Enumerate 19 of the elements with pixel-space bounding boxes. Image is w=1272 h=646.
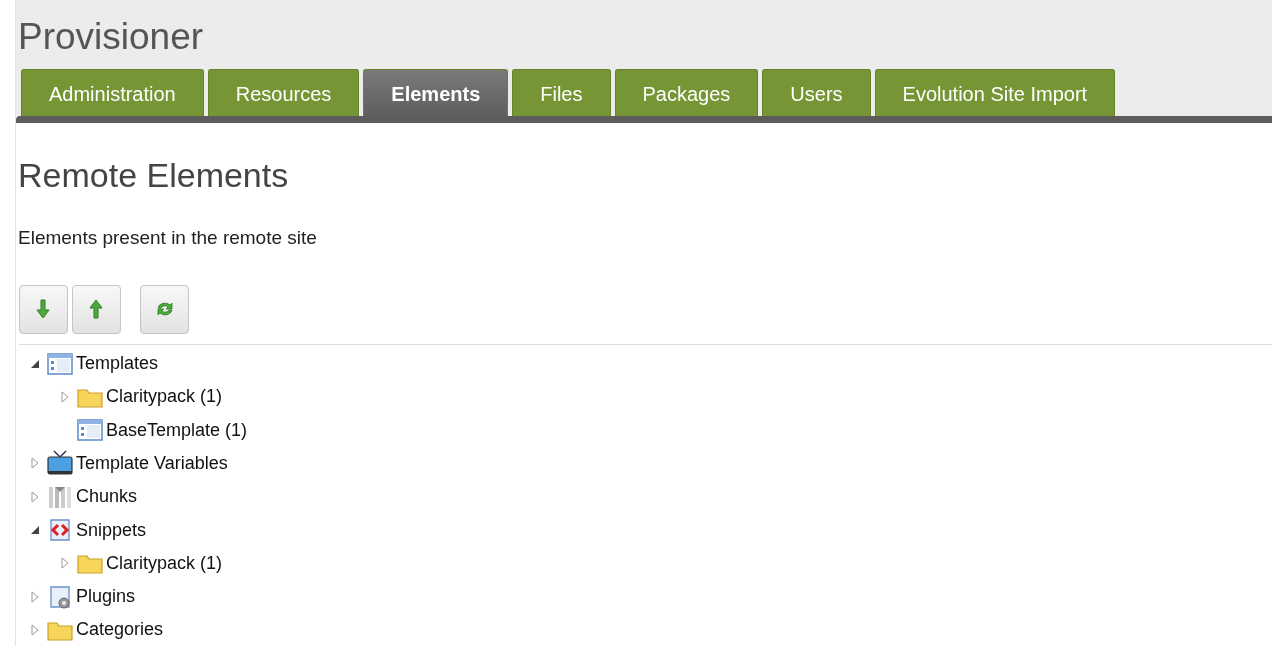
template-icon xyxy=(46,350,74,377)
tree-item[interactable]: Template Variables xyxy=(76,449,228,477)
tree-item[interactable]: Claritypack (1) xyxy=(106,549,223,577)
upload-button[interactable] xyxy=(72,284,121,334)
section-heading: Remote Elements xyxy=(18,157,290,195)
nav-tab[interactable]: Elements xyxy=(363,69,509,116)
tree-item[interactable]: BaseTemplate (1) xyxy=(106,416,248,444)
template-icon xyxy=(76,417,104,444)
section-description: Elements present in the remote site xyxy=(18,226,318,251)
tree-item[interactable]: Chunks xyxy=(76,483,138,511)
download-button[interactable] xyxy=(19,284,68,334)
tree-item[interactable]: Categories xyxy=(76,616,164,644)
tv-icon xyxy=(46,450,74,477)
tree-item[interactable]: Templates xyxy=(76,350,159,378)
tree-item[interactable]: Snippets xyxy=(76,516,147,544)
tree-item[interactable]: Plugins xyxy=(76,583,136,611)
page-title: Provisioner xyxy=(18,18,205,55)
refresh-button[interactable] xyxy=(140,284,189,334)
tree-item[interactable]: Claritypack (1) xyxy=(106,383,223,411)
